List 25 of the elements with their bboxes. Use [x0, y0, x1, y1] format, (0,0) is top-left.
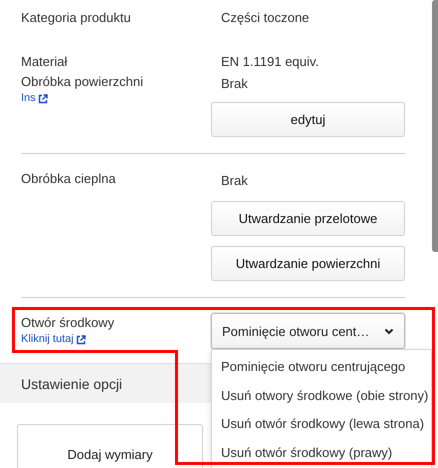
- section-title: Ustawienie opcji: [21, 376, 122, 392]
- field-value: EN 1.1191 equiv.: [221, 54, 319, 69]
- field-value: Części toczone: [221, 10, 310, 25]
- option-button[interactable]: Utwardzanie powierzchni: [211, 246, 405, 281]
- help-link[interactable]: Kliknij tutaj: [21, 333, 86, 346]
- option-button[interactable]: edytuj: [211, 102, 405, 137]
- option-button[interactable]: Dodaj wymiary: [17, 424, 203, 468]
- dropdown-option[interactable]: Pominięcie otworu centrującego: [212, 353, 431, 382]
- field-label: Obróbka powierzchni: [21, 73, 144, 91]
- field-label: Kategoria produktu: [21, 9, 131, 27]
- option-button[interactable]: Utwardzanie przelotowe: [211, 201, 405, 236]
- dropdown-select[interactable]: Pominięcie otworu cent…: [211, 313, 405, 349]
- field-label: Materiał: [21, 53, 68, 71]
- scrollbar-thumb[interactable]: [432, 0, 438, 252]
- external-link-icon: [76, 334, 86, 344]
- dropdown-option[interactable]: Usuń otwór środkowy (lewa strona): [212, 410, 431, 440]
- external-link-icon: [38, 94, 48, 104]
- field-value: Brak: [221, 76, 248, 91]
- field-value: Brak: [221, 173, 248, 188]
- field-label: Obróbka cieplna: [21, 170, 116, 188]
- dropdown-option[interactable]: Usuń otwór środkowy (prawy): [212, 439, 431, 468]
- field-label: Otwór środkowy: [21, 314, 114, 332]
- chevron-down-icon: [384, 328, 394, 334]
- dropdown-option[interactable]: Usuń otwory środkowe (obie strony): [212, 382, 431, 410]
- help-link[interactable]: Ins: [21, 92, 48, 105]
